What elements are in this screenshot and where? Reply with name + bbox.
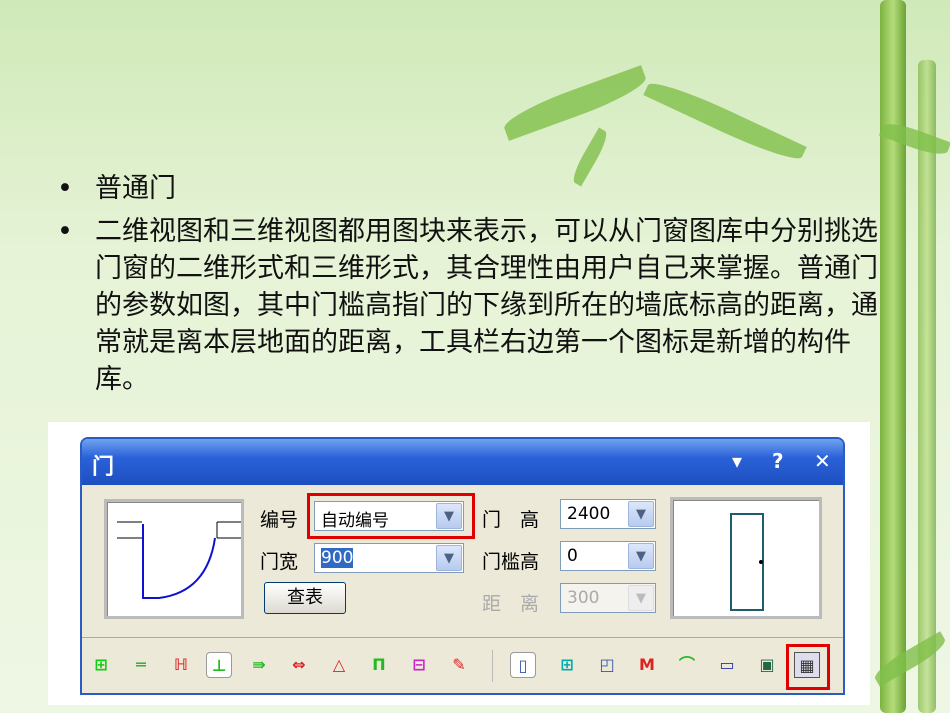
width-combo[interactable]: 900 ▼	[314, 543, 464, 573]
replace-icon[interactable]: ✎	[446, 652, 472, 678]
insert-distance-icon[interactable]: ⇔	[286, 652, 312, 678]
sill-label: 门槛高	[482, 551, 540, 573]
opening-icon[interactable]: ▭	[714, 652, 740, 678]
insert-angle-icon[interactable]: △	[326, 652, 352, 678]
bullet-list: 普通门 二维视图和三维视图都用图块来表示，可以从门窗图库中分别挑选门窗的二维形式…	[55, 170, 895, 404]
sill-combo[interactable]: 0 ▼	[560, 541, 656, 571]
window-icon[interactable]: ⊞	[554, 652, 580, 678]
bullet-body: 二维视图和三维视图都用图块来表示，可以从门窗图库中分别挑选门窗的二维形式和三维形…	[55, 213, 895, 398]
niche-icon[interactable]: ▣	[754, 652, 780, 678]
arc-window-icon[interactable]: ⌒	[674, 652, 700, 678]
insert-offset-icon[interactable]: ⇛	[246, 652, 272, 678]
sill-value: 0	[567, 546, 578, 566]
bullet-title: 普通门	[55, 170, 895, 207]
number-label: 编号	[260, 509, 299, 531]
corner-window-icon[interactable]: M	[634, 652, 660, 678]
chevron-down-icon[interactable]: ▼	[628, 501, 654, 527]
insert-center-icon[interactable]: ⊞	[88, 652, 114, 678]
3d-preview[interactable]	[670, 497, 822, 619]
window-combo-icon[interactable]: ⊟	[406, 652, 432, 678]
height-value: 2400	[567, 504, 611, 524]
highlight-box	[307, 493, 475, 539]
dialog-title: 门	[92, 455, 115, 480]
height-combo[interactable]: 2400 ▼	[560, 499, 656, 529]
normal-door-icon[interactable]: ▯	[510, 652, 536, 678]
close-button[interactable]: ✕	[814, 449, 831, 473]
help-button[interactable]: ?	[772, 449, 784, 473]
insert-wall-icon[interactable]: ═	[128, 652, 154, 678]
insert-axis-icon[interactable]: ℍ	[168, 652, 194, 678]
toolbar-separator	[492, 650, 493, 682]
chevron-down-icon[interactable]: ▼	[628, 543, 654, 569]
chevron-down-icon: ▼	[628, 585, 654, 611]
distance-value: 300	[567, 588, 600, 608]
pin-icon[interactable]: ▾	[732, 449, 742, 473]
door-window-icon[interactable]: ◰	[594, 652, 620, 678]
height-label: 门 高	[482, 509, 540, 531]
door-plan-icon	[117, 521, 241, 599]
door-dialog: 门 ▾ ? ✕ 编号 自动编号 ▼ 门宽 900 ▼ 查表 门 高 2400 ▼ 门槛…	[80, 437, 845, 695]
door-elevation-icon	[730, 513, 764, 611]
width-label: 门宽	[260, 551, 299, 573]
lookup-table-button[interactable]: 查表	[264, 582, 346, 614]
distance-combo: 300 ▼	[560, 583, 656, 613]
chevron-down-icon[interactable]: ▼	[436, 545, 462, 571]
2d-preview[interactable]	[104, 499, 244, 619]
width-value: 900	[321, 548, 354, 568]
title-bar: 门 ▾ ? ✕	[82, 439, 843, 485]
distance-label: 距 离	[482, 593, 540, 615]
insert-endpoint-icon[interactable]: ⊥	[206, 652, 232, 678]
highlight-box	[786, 644, 830, 690]
toolbar: ⊞ ═ ℍ ⊥ ⇛ ⇔ △ Π ⊟ ✎ ▯ ⊞ ◰ M ⌒ ▭ ▣ ▦	[82, 637, 843, 693]
fill-wall-icon[interactable]: Π	[366, 652, 392, 678]
